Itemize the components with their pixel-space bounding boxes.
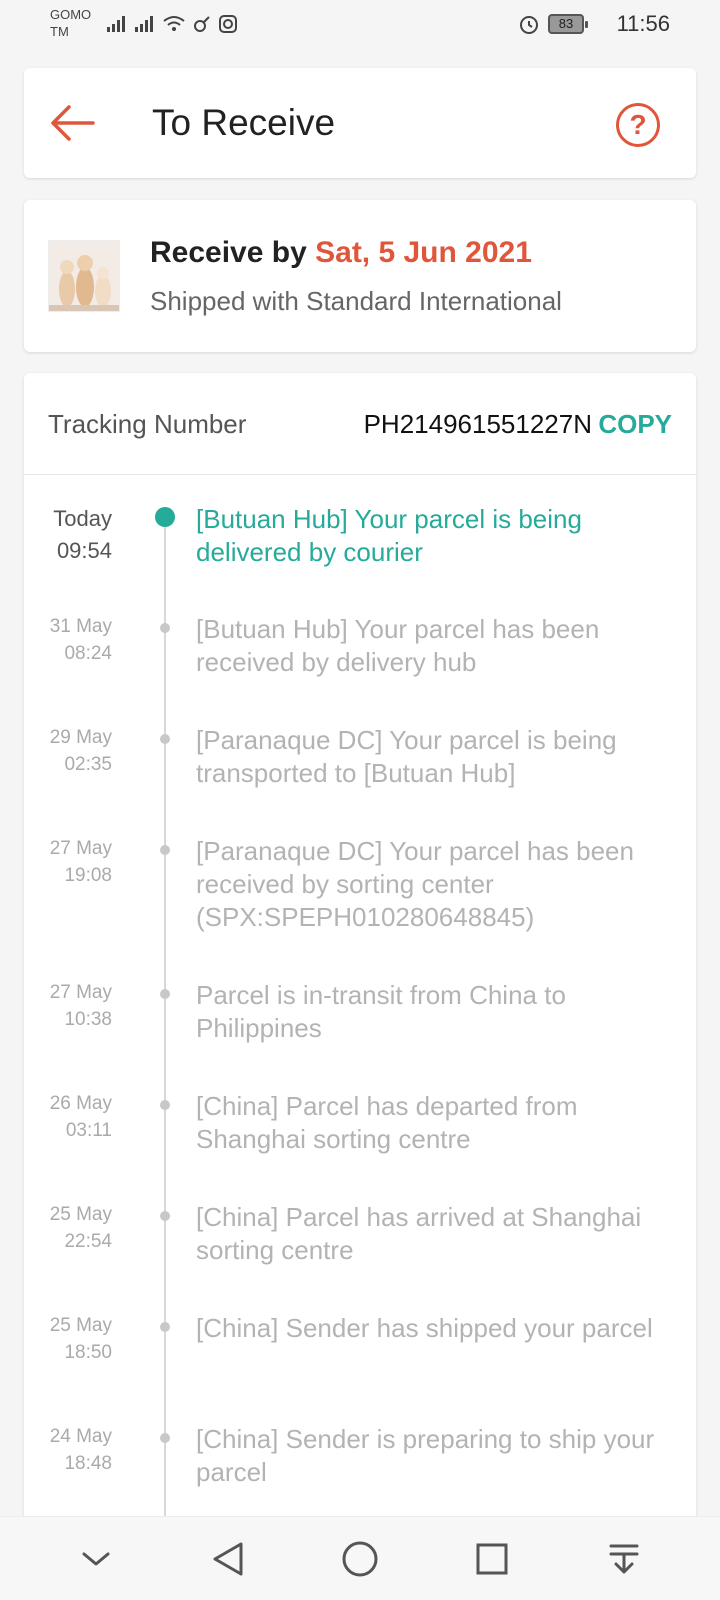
status-icons-left (106, 12, 238, 36)
receive-date: Sat, 5 Jun 2021 (315, 236, 532, 269)
tracking-number-value: PH214961551227N (363, 409, 592, 439)
event-description: [China] Parcel has arrived at Shanghai s… (196, 1202, 642, 1265)
signal-icon (107, 16, 125, 32)
event-dot (160, 1211, 170, 1221)
event-timestamp: 29 May 02:35 (49, 727, 112, 775)
event-description: [China] Parcel has departed from Shangha… (196, 1091, 578, 1154)
square-recents-icon (476, 1543, 508, 1574)
event-timestamp: Today 09:54 (53, 506, 112, 563)
nav-notifications-button[interactable] (594, 1529, 654, 1589)
triangle-back-icon (213, 1542, 243, 1575)
signal-icon (135, 16, 153, 32)
event-timestamp: 26 May 03:11 (49, 1093, 112, 1141)
receive-by-label: Receive by (150, 236, 307, 269)
wifi-icon (163, 16, 185, 31)
receive-by-line: Receive by Sat, 5 Jun 2021 (150, 236, 532, 270)
pull-down-icon (609, 1544, 639, 1573)
event-dot (160, 1322, 170, 1332)
battery-icon: 83 (548, 14, 588, 34)
delivery-summary-card[interactable]: Receive by Sat, 5 Jun 2021 Shipped with … (24, 200, 696, 352)
instagram-icon (219, 15, 237, 33)
event-timestamp: 25 May 18:50 (49, 1315, 112, 1363)
page-title: To Receive (152, 102, 336, 143)
nav-recents-button[interactable] (462, 1529, 522, 1589)
circle-home-icon (342, 1541, 378, 1576)
event-description: [China] Sender is preparing to ship your… (196, 1424, 655, 1487)
event-description: [China] Sender has shipped your parcel (196, 1313, 653, 1343)
event-description: [Paranaque DC] Your parcel is being tran… (196, 725, 617, 788)
alarm-icon (520, 16, 538, 34)
carrier-label: GOMO TM (50, 7, 92, 39)
event-dot (160, 845, 170, 855)
event-timestamp: 27 May 10:38 (49, 982, 112, 1030)
tracking-number-label: Tracking Number (48, 409, 247, 439)
event-dot (160, 734, 170, 744)
shipping-method: Shipped with Standard International (150, 286, 562, 316)
back-arrow-icon (51, 105, 95, 141)
event-dot (160, 1100, 170, 1110)
tracking-number-row: Tracking Number PH214961551227N COPY (24, 373, 696, 475)
copy-button[interactable]: COPY (598, 409, 672, 440)
event-dot-active (155, 507, 175, 527)
event-dot (160, 989, 170, 999)
event-dot (160, 623, 170, 633)
notification-app-icon (194, 16, 210, 32)
event-dot (160, 1433, 170, 1443)
status-bar: GOMO TM 83 11:56 (0, 0, 720, 50)
event-description: [Butuan Hub] Your parcel has been receiv… (196, 614, 600, 677)
chevron-down-icon (82, 1552, 110, 1565)
event-description: Parcel is in-transit from China to Phili… (196, 980, 566, 1043)
event-timestamp: 24 May 18:48 (49, 1426, 112, 1474)
tracking-card: Tracking Number PH214961551227N COPY Tod… (24, 373, 696, 1600)
back-button[interactable] (44, 98, 100, 148)
event-timestamp: 31 May 08:24 (49, 616, 112, 664)
clock: 11:56 (616, 11, 670, 36)
help-button[interactable]: ? (616, 103, 660, 147)
event-description: [Paranaque DC] Your parcel has been rece… (196, 836, 634, 932)
status-icons-right: 83 (518, 12, 588, 36)
product-thumbnail (48, 240, 120, 312)
nav-collapse-button[interactable] (66, 1529, 126, 1589)
nav-back-button[interactable] (198, 1529, 258, 1589)
event-timestamp: 27 May 19:08 (49, 838, 112, 886)
header-bar: To Receive ? (24, 68, 696, 178)
system-nav-bar (0, 1516, 720, 1600)
nav-home-button[interactable] (330, 1529, 390, 1589)
event-timestamp: 25 May 22:54 (49, 1204, 112, 1252)
event-description: [Butuan Hub] Your parcel is being delive… (196, 504, 582, 567)
